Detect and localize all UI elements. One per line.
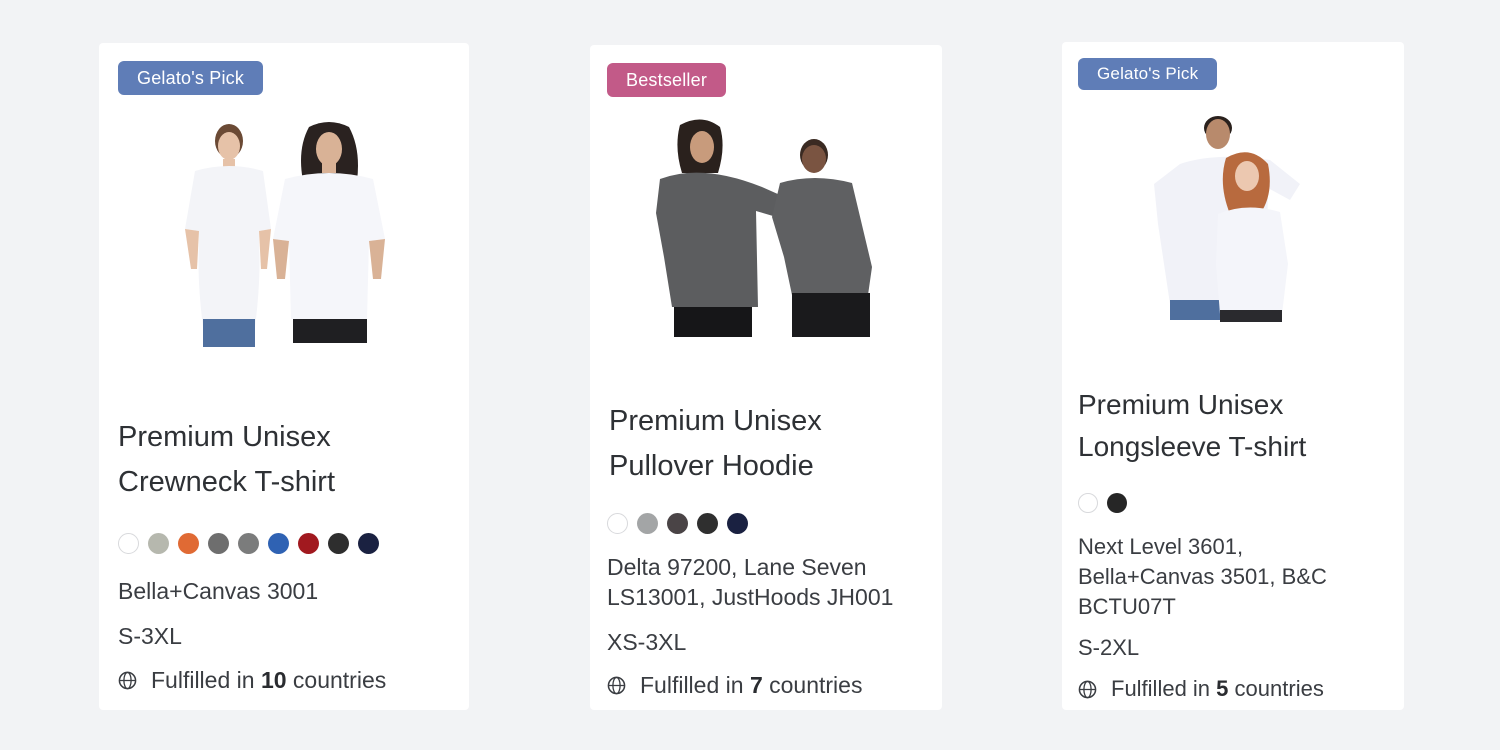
size-range: S-3XL [118,623,182,649]
models-line-3: BCTU07T [1078,594,1176,619]
color-swatch-red[interactable] [298,533,319,554]
color-swatch-black[interactable] [1107,493,1127,513]
fulfillment-info: Fulfilled in 10 countries [118,667,386,694]
color-swatches [1078,493,1127,513]
fulfilled-prefix: Fulfilled in [1111,676,1211,701]
models-line-1: Next Level 3601, [1078,534,1244,559]
product-card-hoodie[interactable]: Bestseller Premium Unisex Pullover Hoodi… [590,45,942,710]
fulfillment-info: Fulfilled in 7 countries [607,672,862,699]
models-line-2: LS13001, JustHoods JH001 [607,584,894,610]
badge-bestseller: Bestseller [607,63,727,97]
product-image [1150,114,1302,324]
color-swatch-white[interactable] [607,513,628,534]
fulfilled-count: 5 [1216,676,1229,701]
product-models: Next Level 3601, Bella+Canvas 3501, B&C … [1078,532,1390,622]
fulfilled-count: 7 [749,672,763,698]
color-swatch-black[interactable] [328,533,349,554]
title-line-1: Premium Unisex [1078,389,1284,420]
globe-icon [118,671,137,690]
title-line-2: Crewneck T-shirt [118,466,336,498]
color-swatch-white[interactable] [1078,493,1098,513]
size-range: XS-3XL [607,629,687,655]
color-swatch-charcoal[interactable] [667,513,688,534]
title-line-1: Premium Unisex [609,405,822,437]
fulfilled-prefix: Fulfilled in [640,672,744,698]
models-line-1: Bella+Canvas 3001 [118,578,319,604]
color-swatch-sage[interactable] [148,533,169,554]
fulfilled-suffix: countries [769,672,863,698]
product-title[interactable]: Premium Unisex Crewneck T-shirt [118,415,457,505]
badge-label: Bestseller [626,70,708,90]
badge-label: Gelato's Pick [137,68,245,88]
badge-gelatos-pick: Gelato's Pick [118,61,264,95]
product-photo [656,119,872,337]
fulfillment-info: Fulfilled in 5 countries [1078,676,1324,702]
models-line-2: Bella+Canvas 3501, B&C [1078,564,1327,589]
product-card-crewneck[interactable]: Gelato's Pick Premium Unisex Crewneck T-… [99,43,469,710]
color-swatch-grey[interactable] [637,513,658,534]
color-swatch-orange[interactable] [178,533,199,554]
color-swatch-grey[interactable] [208,533,229,554]
models-line-1: Delta 97200, Lane Seven [607,554,867,580]
color-swatch-navy[interactable] [727,513,748,534]
color-swatches [118,533,379,554]
title-line-1: Premium Unisex [118,421,331,453]
product-models: Bella+Canvas 3001 [118,576,455,606]
fulfilled-prefix: Fulfilled in [151,667,255,693]
color-swatches [607,513,748,534]
color-swatch-white[interactable] [118,533,139,554]
color-swatch-blue[interactable] [268,533,289,554]
badge-label: Gelato's Pick [1097,64,1199,83]
product-title[interactable]: Premium Unisex Longsleeve T-shirt [1078,384,1392,468]
size-range: S-2XL [1078,635,1140,660]
product-models: Delta 97200, Lane Seven LS13001, JustHoo… [607,552,928,612]
product-title[interactable]: Premium Unisex Pullover Hoodie [609,399,930,489]
product-photo [1154,116,1300,322]
fulfilled-suffix: countries [292,667,387,693]
product-image [652,117,884,339]
color-swatch-black[interactable] [697,513,718,534]
globe-icon [1078,680,1097,698]
title-line-2: Pullover Hoodie [609,450,814,482]
product-image [179,119,394,349]
globe-icon [607,676,626,695]
fulfilled-suffix: countries [1234,676,1324,701]
product-card-longsleeve[interactable]: Gelato's Pick Premium Unisex Longsleeve … [1062,42,1404,710]
color-swatch-navy[interactable] [358,533,379,554]
product-photo [185,122,385,347]
fulfilled-count: 10 [260,667,287,693]
color-swatch-grey-2[interactable] [238,533,259,554]
title-line-2: Longsleeve T-shirt [1078,431,1307,462]
badge-gelatos-pick: Gelato's Pick [1078,58,1218,90]
